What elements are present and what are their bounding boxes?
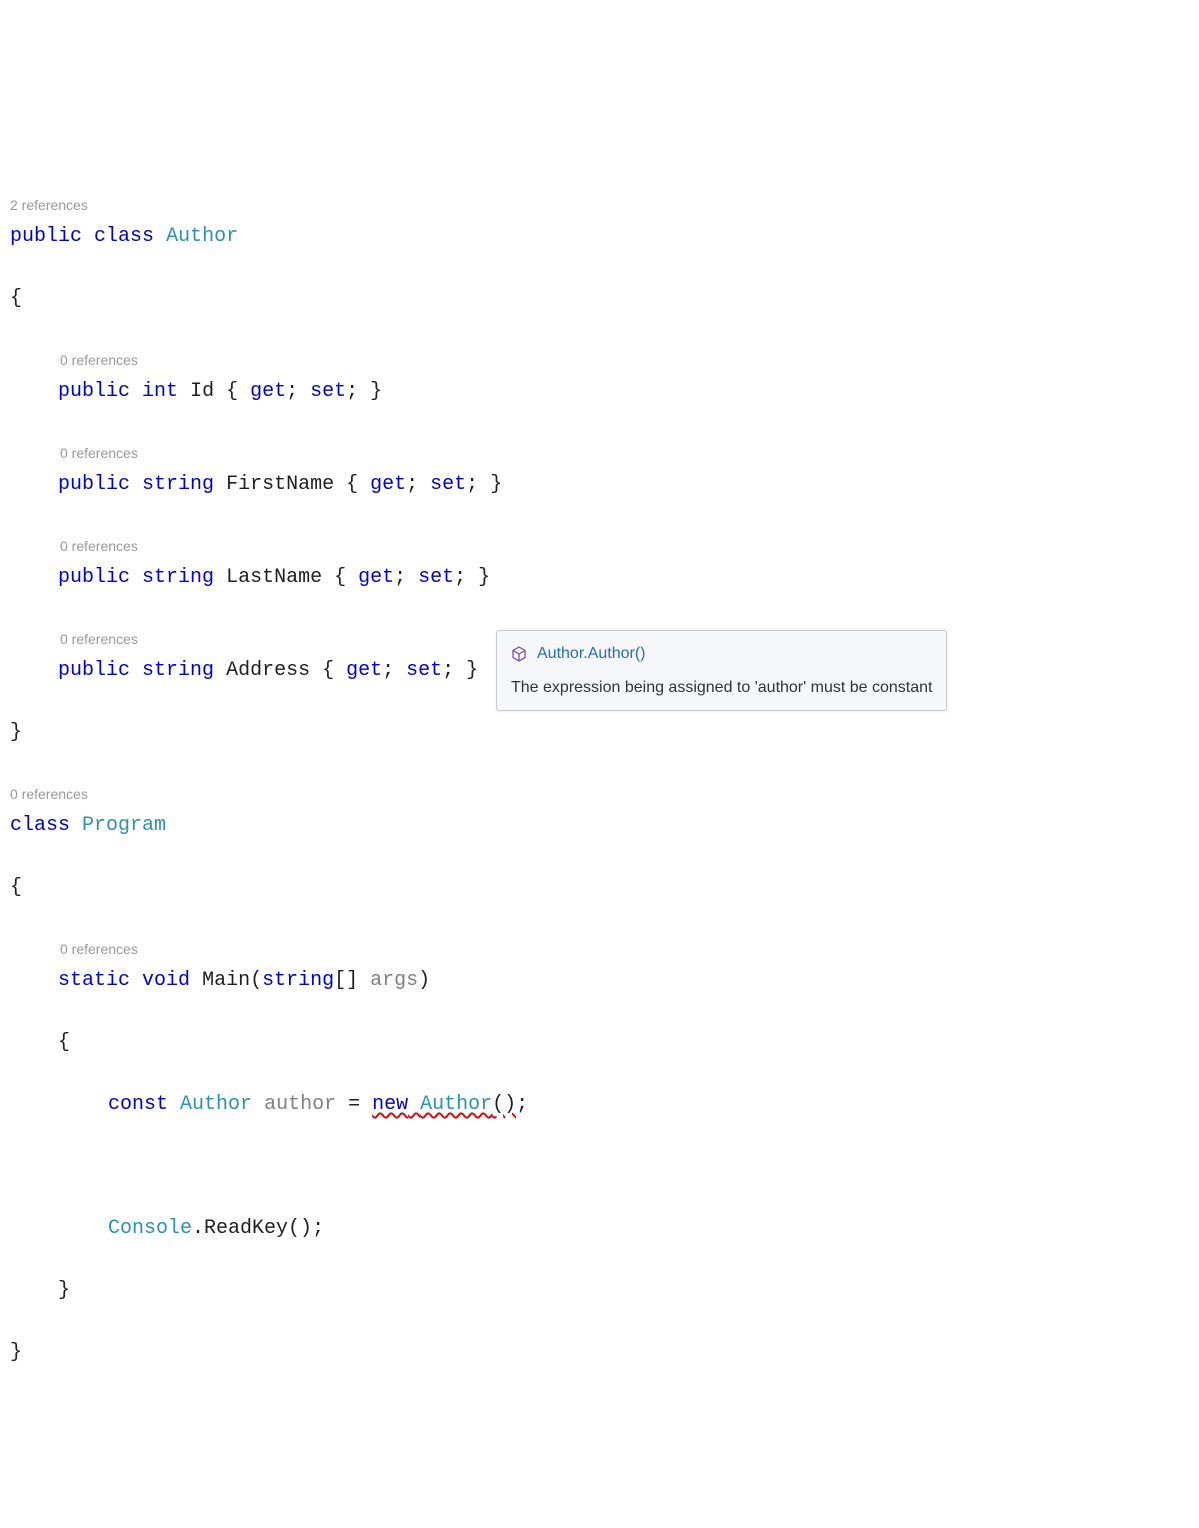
keyword-set: set [418,566,454,589]
keyword-string: string [142,566,214,589]
keyword-string: string [142,659,214,682]
identifier-address: Address [226,659,310,682]
codelens-main[interactable]: 0 references [10,937,138,957]
identifier-author: author [264,1093,336,1116]
keyword-get: get [370,473,406,496]
code-line[interactable]: public string LastName { get; set; } [10,562,1189,593]
code-line[interactable]: static void Main(string[] args) [10,965,1189,996]
code-line[interactable]: class Program [10,810,1189,841]
code-line[interactable]: public string FirstName { get; set; } [10,469,1189,500]
keyword-public: public [58,659,130,682]
keyword-public: public [58,380,130,403]
codelens-lastname[interactable]: 0 references [10,534,138,554]
keyword-void: void [142,969,190,992]
code-line[interactable]: } [10,717,1189,748]
type-author: Author [420,1093,492,1116]
error-squiggly[interactable]: new Author() [372,1093,516,1116]
type-program: Program [82,814,166,837]
brace-open: { [10,876,22,899]
keyword-public: public [10,225,82,248]
code-line[interactable]: { [10,1027,1189,1058]
code-line[interactable]: } [10,1275,1189,1306]
code-line[interactable]: public class Author [10,221,1189,252]
keyword-get: get [358,566,394,589]
brace-close: } [10,721,22,744]
tooltip-signature: Author.Author() [537,641,646,667]
keyword-const: const [108,1093,168,1116]
brace-open: { [10,287,22,310]
brace-close: } [58,1279,70,1302]
codelens-firstname[interactable]: 0 references [10,441,138,461]
type-console: Console [108,1217,192,1240]
code-line[interactable]: { [10,283,1189,314]
code-line[interactable]: const Author author = new Author(); [10,1089,1189,1120]
keyword-get: get [346,659,382,682]
method-icon [511,646,527,662]
keyword-set: set [430,473,466,496]
identifier-readkey: ReadKey [204,1217,288,1240]
keyword-int: int [142,380,178,403]
code-line[interactable]: } [10,1337,1189,1368]
code-line[interactable]: Console.ReadKey(); [10,1213,1189,1244]
keyword-static: static [58,969,130,992]
type-author: Author [166,225,238,248]
code-line[interactable]: { [10,872,1189,903]
keyword-set: set [310,380,346,403]
codelens-author-class[interactable]: 2 references [10,193,88,213]
keyword-public: public [58,566,130,589]
keyword-set: set [406,659,442,682]
keyword-public: public [58,473,130,496]
codelens-id[interactable]: 0 references [10,348,138,368]
code-line[interactable]: public int Id { get; set; } [10,376,1189,407]
codelens-address[interactable]: 0 references [10,627,138,647]
keyword-class: class [10,814,70,837]
codelens-program-class[interactable]: 0 references [10,782,88,802]
identifier-firstname: FirstName [226,473,334,496]
brace-close: } [10,1341,22,1364]
keyword-class: class [94,225,154,248]
code-line-blank[interactable] [10,1151,1189,1182]
tooltip-message: The expression being assigned to 'author… [511,675,932,701]
type-author: Author [180,1093,252,1116]
keyword-get: get [250,380,286,403]
identifier-id: Id [190,380,214,403]
keyword-string: string [142,473,214,496]
identifier-main: Main [202,969,250,992]
keyword-new: new [372,1093,408,1116]
keyword-string: string [262,969,334,992]
brace-open: { [58,1031,70,1054]
error-tooltip: Author.Author() The expression being ass… [496,630,947,711]
identifier-lastname: LastName [226,566,322,589]
identifier-args: args [370,969,418,992]
